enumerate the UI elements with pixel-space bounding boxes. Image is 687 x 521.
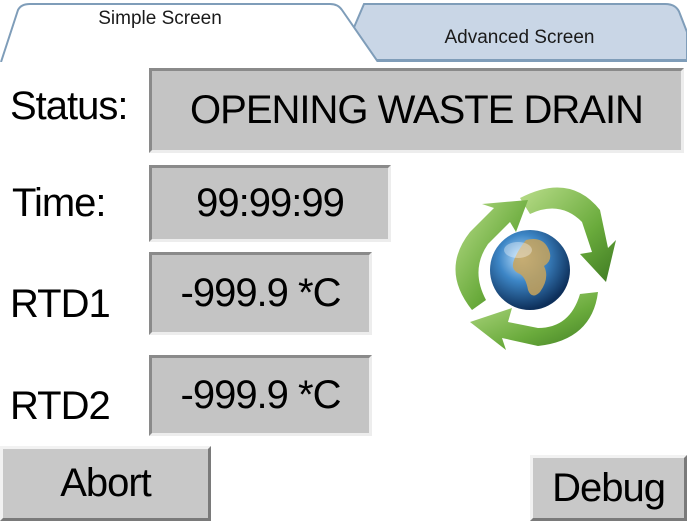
recycle-globe-icon [455,187,616,350]
rtd2-value: -999.9 *C [180,373,342,417]
time-value: 99:99:99 [196,181,345,225]
status-label: Status: [10,84,129,128]
abort-button-label: Abort [60,461,152,505]
rtd1-value: -999.9 *C [180,271,342,315]
status-value-box: OPENING WASTE DRAIN [149,68,684,153]
tab-bar-rule [378,60,687,62]
globe-highlight [504,242,532,258]
tab-advanced-label: Advanced Screen [444,27,595,48]
abort-button[interactable]: Abort [0,446,211,521]
tab-advanced-screen[interactable]: Advanced Screen [340,2,687,60]
rtd1-value-box: -999.9 *C [149,252,372,335]
time-value-box: 99:99:99 [149,165,391,242]
rtd1-label: RTD1 [10,282,111,326]
rtd2-label: RTD2 [10,384,111,428]
tab-simple-label: Simple Screen [98,8,222,29]
time-label: Time: [12,181,107,225]
tab-simple-screen[interactable]: Simple Screen [0,2,380,62]
rtd2-value-box: -999.9 *C [149,355,372,436]
debug-button[interactable]: Debug [530,455,687,521]
tab-bar: Advanced Screen Simple Screen [0,0,687,62]
debug-button-label: Debug [552,465,666,510]
status-value: OPENING WASTE DRAIN [190,88,644,132]
